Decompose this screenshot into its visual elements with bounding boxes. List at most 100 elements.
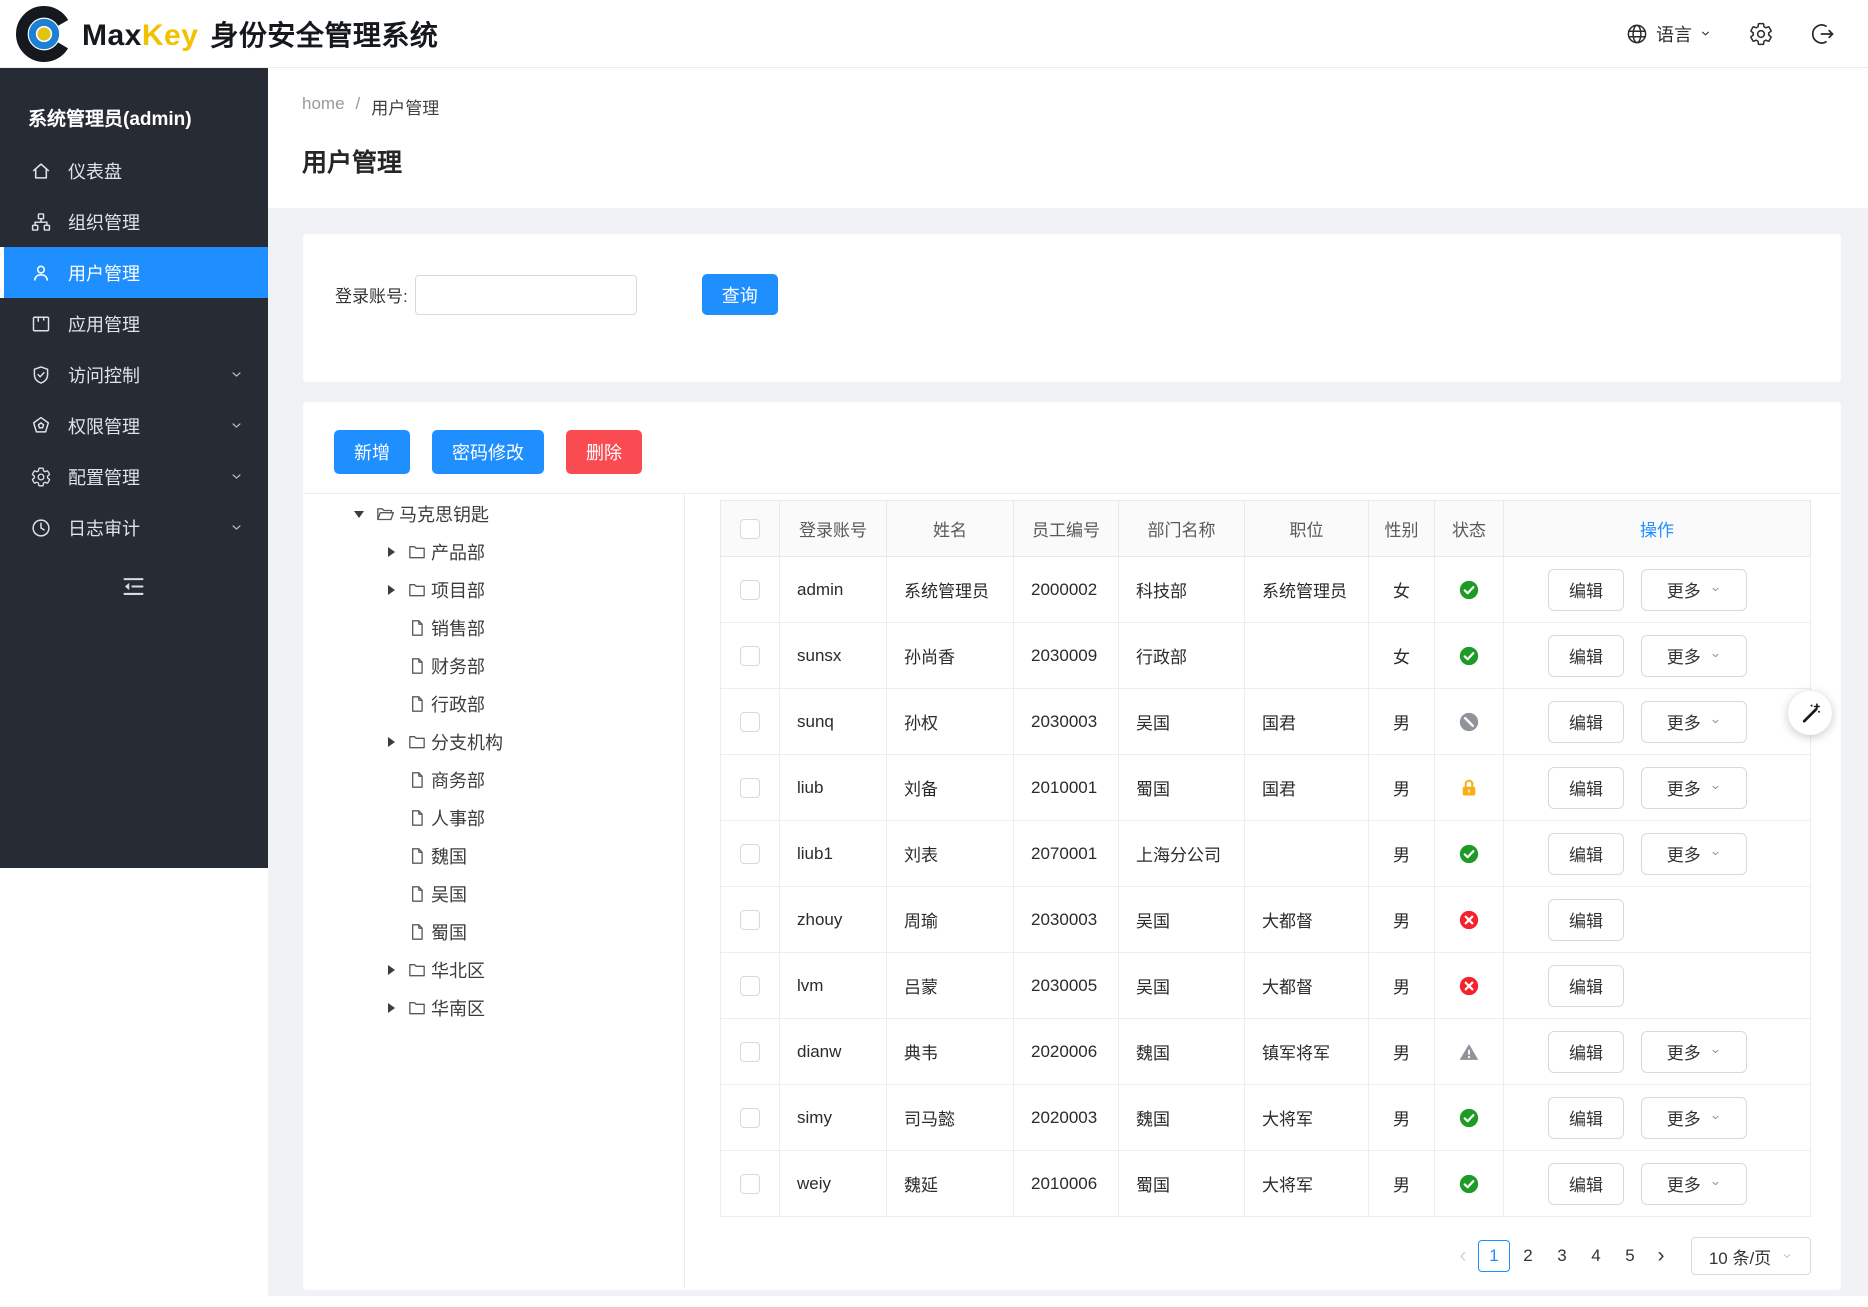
tree-node-root[interactable]: 马克思钥匙 bbox=[352, 495, 684, 533]
edit-button[interactable]: 编辑 bbox=[1548, 767, 1624, 809]
row-checkbox[interactable] bbox=[740, 1042, 760, 1062]
tree-node[interactable]: 行政部 bbox=[384, 685, 684, 723]
menu-fold-icon bbox=[120, 573, 147, 600]
floating-tool-button[interactable] bbox=[1788, 691, 1832, 735]
more-button[interactable]: 更多 bbox=[1641, 1031, 1747, 1073]
tree-node[interactable]: 销售部 bbox=[384, 609, 684, 647]
tree-node[interactable]: 产品部 bbox=[384, 533, 684, 571]
query-button[interactable]: 查询 bbox=[702, 274, 778, 315]
edit-button[interactable]: 编辑 bbox=[1548, 965, 1624, 1007]
tree-node[interactable]: 财务部 bbox=[384, 647, 684, 685]
row-checkbox[interactable] bbox=[740, 1174, 760, 1194]
edit-button[interactable]: 编辑 bbox=[1548, 1163, 1624, 1205]
row-checkbox[interactable] bbox=[740, 976, 760, 996]
row-checkbox[interactable] bbox=[740, 580, 760, 600]
status-inactive-icon bbox=[1458, 909, 1480, 931]
edit-button[interactable]: 编辑 bbox=[1548, 1031, 1624, 1073]
cell-employee-no: 2010001 bbox=[1014, 755, 1119, 821]
status-active-icon bbox=[1458, 645, 1480, 667]
language-menu[interactable]: 语言 bbox=[1625, 21, 1712, 47]
more-button[interactable]: 更多 bbox=[1641, 569, 1747, 611]
next-page-button[interactable]: › bbox=[1647, 1244, 1675, 1268]
row-checkbox[interactable] bbox=[740, 712, 760, 732]
sidebar-item-applications[interactable]: 应用管理 bbox=[0, 298, 268, 349]
chevron-down-icon bbox=[1710, 716, 1721, 727]
more-button[interactable]: 更多 bbox=[1641, 767, 1747, 809]
cell-name: 典韦 bbox=[887, 1019, 1014, 1085]
cell-name: 司马懿 bbox=[887, 1085, 1014, 1151]
caret-right-icon[interactable] bbox=[384, 737, 398, 747]
more-button[interactable]: 更多 bbox=[1641, 635, 1747, 677]
delete-button[interactable]: 删除 bbox=[566, 430, 642, 474]
row-checkbox[interactable] bbox=[740, 778, 760, 798]
cell-name: 孙权 bbox=[887, 689, 1014, 755]
collapse-sidebar-button[interactable] bbox=[120, 573, 147, 603]
edit-button[interactable]: 编辑 bbox=[1548, 899, 1624, 941]
logout-button[interactable] bbox=[1810, 21, 1836, 47]
tree-node-label: 人事部 bbox=[431, 805, 485, 831]
sidebar-item-access-control[interactable]: 访问控制 bbox=[0, 349, 268, 400]
tree-node[interactable]: 魏国 bbox=[384, 837, 684, 875]
col-name: 姓名 bbox=[887, 501, 1014, 557]
sidebar-item-organization[interactable]: 组织管理 bbox=[0, 196, 268, 247]
cell-name: 孙尚香 bbox=[887, 623, 1014, 689]
chevron-down-icon bbox=[1710, 1178, 1721, 1189]
more-button[interactable]: 更多 bbox=[1641, 833, 1747, 875]
select-all-checkbox[interactable] bbox=[740, 519, 760, 539]
tree-node[interactable]: 商务部 bbox=[384, 761, 684, 799]
folder-icon bbox=[407, 998, 427, 1018]
row-checkbox[interactable] bbox=[740, 1108, 760, 1128]
settings-button[interactable] bbox=[1748, 21, 1774, 47]
change-password-button[interactable]: 密码修改 bbox=[432, 430, 544, 474]
maxkey-admin-window: MaxKey身份安全管理系统 语言 系统管理员(admin) 仪表盘 bbox=[0, 0, 1868, 1307]
more-button[interactable]: 更多 bbox=[1641, 1163, 1747, 1205]
page-4-button[interactable]: 4 bbox=[1580, 1240, 1612, 1272]
table-row: simy 司马懿 2020003 魏国 大将军 男 编辑 更多 bbox=[721, 1085, 1811, 1151]
sidebar-item-permissions[interactable]: 权限管理 bbox=[0, 400, 268, 451]
cell-position: 大将军 bbox=[1245, 1085, 1369, 1151]
sidebar-item-configuration[interactable]: 配置管理 bbox=[0, 451, 268, 502]
tree-node-label: 马克思钥匙 bbox=[399, 501, 489, 527]
tree-node[interactable]: 华南区 bbox=[384, 989, 684, 1027]
edit-button[interactable]: 编辑 bbox=[1548, 701, 1624, 743]
sidebar-item-label: 日志审计 bbox=[68, 515, 140, 541]
row-checkbox[interactable] bbox=[740, 910, 760, 930]
edit-button[interactable]: 编辑 bbox=[1548, 1097, 1624, 1139]
tree-node[interactable]: 蜀国 bbox=[384, 913, 684, 951]
page-1-button[interactable]: 1 bbox=[1478, 1240, 1510, 1272]
page-size-select[interactable]: 10 条/页 bbox=[1691, 1237, 1811, 1275]
caret-right-icon[interactable] bbox=[384, 965, 398, 975]
tree-node[interactable]: 项目部 bbox=[384, 571, 684, 609]
more-button[interactable]: 更多 bbox=[1641, 1097, 1747, 1139]
tree-node[interactable]: 人事部 bbox=[384, 799, 684, 837]
row-checkbox[interactable] bbox=[740, 646, 760, 666]
cell-position: 镇军将军 bbox=[1245, 1019, 1369, 1085]
caret-down-icon[interactable] bbox=[352, 511, 366, 518]
tree-node[interactable]: 吴国 bbox=[384, 875, 684, 913]
page-3-button[interactable]: 3 bbox=[1546, 1240, 1578, 1272]
cell-gender: 男 bbox=[1369, 953, 1435, 1019]
edit-button[interactable]: 编辑 bbox=[1548, 833, 1624, 875]
add-user-button[interactable]: 新增 bbox=[334, 430, 410, 474]
prev-page-button[interactable]: ‹ bbox=[1449, 1244, 1477, 1268]
row-checkbox[interactable] bbox=[740, 844, 760, 864]
sidebar-item-users[interactable]: 用户管理 bbox=[0, 247, 268, 298]
page-2-button[interactable]: 2 bbox=[1512, 1240, 1544, 1272]
tree-node[interactable]: 华北区 bbox=[384, 951, 684, 989]
edit-button[interactable]: 编辑 bbox=[1548, 569, 1624, 611]
sidebar-item-audit[interactable]: 日志审计 bbox=[0, 502, 268, 553]
page-5-button[interactable]: 5 bbox=[1614, 1240, 1646, 1272]
login-account-input[interactable] bbox=[415, 275, 637, 315]
edit-button[interactable]: 编辑 bbox=[1548, 635, 1624, 677]
caret-right-icon[interactable] bbox=[384, 585, 398, 595]
caret-right-icon[interactable] bbox=[384, 547, 398, 557]
breadcrumb-home-link[interactable]: home bbox=[302, 94, 345, 119]
cell-position: 大都督 bbox=[1245, 887, 1369, 953]
caret-right-icon[interactable] bbox=[384, 1003, 398, 1013]
app-title: MaxKey身份安全管理系统 bbox=[82, 14, 438, 54]
main-content: home / 用户管理 用户管理 登录账号: 查询 新增 密码修改 删除 bbox=[268, 68, 1868, 1307]
col-account: 登录账号 bbox=[780, 501, 887, 557]
tree-node[interactable]: 分支机构 bbox=[384, 723, 684, 761]
more-button[interactable]: 更多 bbox=[1641, 701, 1747, 743]
sidebar-item-dashboard[interactable]: 仪表盘 bbox=[0, 145, 268, 196]
